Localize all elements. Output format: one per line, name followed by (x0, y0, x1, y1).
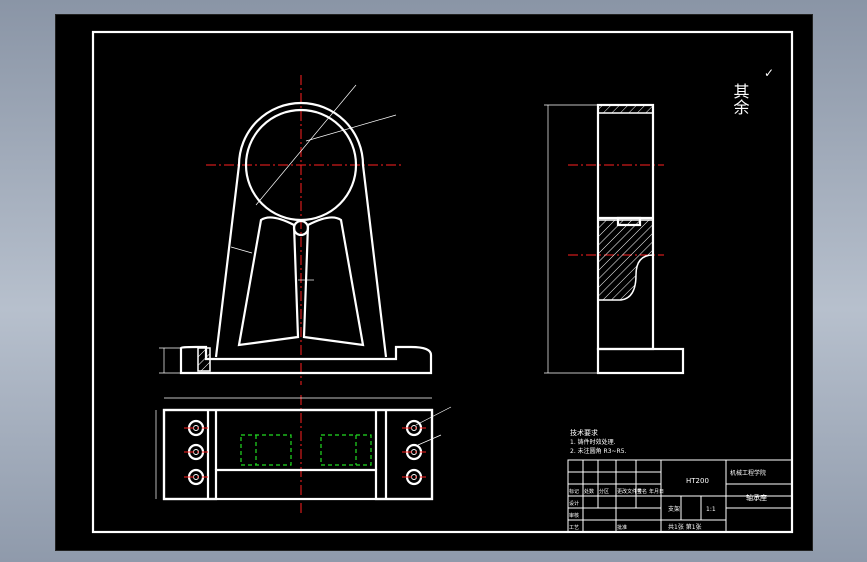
tech-req-title: 技术要求 (570, 428, 598, 437)
cad-drawing-canvas: 其余 ✓ 技术要求 1. 铸件时效处理. 2. 未注圆角 R3~R5. HT20… (55, 14, 813, 551)
tech-req-item: 1. 铸件时效处理. (570, 438, 616, 446)
roughness-label: 其余 (731, 83, 750, 116)
title-role: 批准 (617, 524, 627, 531)
title-block: HT200 机械工程学院 轴承座 支架 1:1 共1张 第1张 标记 处数 分区… (567, 459, 793, 533)
title-scale: 1:1 (706, 506, 716, 513)
title-role: 审核 (569, 512, 579, 519)
title-role: 工艺 (569, 525, 579, 531)
drawing-sheet: 其余 ✓ 技术要求 1. 铸件时效处理. 2. 未注圆角 R3~R5. HT20… (91, 30, 794, 534)
roughness-note: 其余 ✓ (731, 66, 775, 116)
title-row-label: 签名 (637, 488, 647, 495)
title-row-label: 分区 (599, 488, 609, 495)
title-row-label: 年月日 (649, 488, 664, 495)
front-view (159, 75, 433, 385)
tech-req-item: 2. 未注圆角 R3~R5. (570, 447, 627, 455)
roughness-mark: ✓ (764, 66, 774, 80)
technical-requirements: 技术要求 1. 铸件时效处理. 2. 未注圆角 R3~R5. (570, 428, 627, 455)
title-row-label: 处数 (584, 488, 594, 495)
title-school: 机械工程学院 (730, 469, 766, 477)
title-sheet: 共1张 第1张 (668, 523, 702, 531)
side-view (544, 103, 685, 375)
top-view (155, 395, 452, 515)
title-role: 设计 (569, 500, 579, 507)
title-material: HT200 (686, 477, 709, 485)
title-part-name: 支架 (668, 505, 680, 513)
drawing-frame (91, 30, 794, 534)
title-drawing-name: 轴承座 (746, 493, 767, 502)
title-row-label: 标记 (569, 488, 579, 495)
